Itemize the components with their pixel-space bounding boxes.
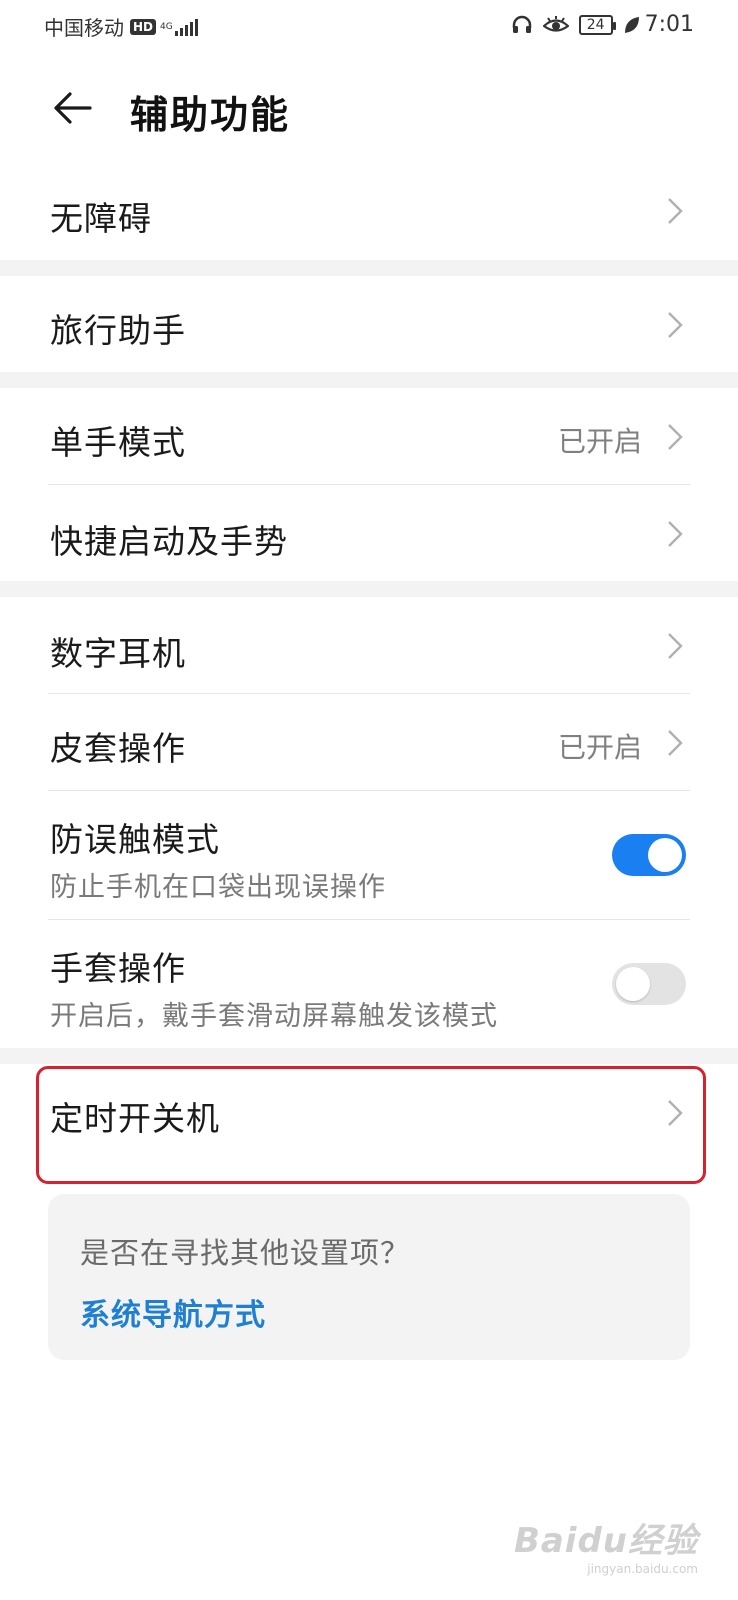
chevron-right-icon <box>668 424 683 450</box>
pocket-mode-toggle[interactable] <box>612 834 686 876</box>
watermark-logo: Baidu经验 <box>513 1521 698 1561</box>
settings-item-pocket-mode: 防误触模式 防止手机在口袋出现误操作 <box>0 791 738 919</box>
settings-item-cover-operation[interactable]: 皮套操作 已开启 <box>0 694 738 790</box>
suggestion-card: 是否在寻找其他设置项？ 系统导航方式 <box>48 1194 690 1360</box>
section-gap <box>0 581 738 597</box>
signal-icon <box>174 18 200 36</box>
watermark-url: jingyan.baidu.com <box>587 1562 698 1576</box>
back-arrow-icon[interactable] <box>50 86 94 130</box>
settings-item-status: 已开启 <box>557 425 642 458</box>
battery-icon: 24 <box>578 14 616 35</box>
settings-item-shortcuts-gestures[interactable]: 快捷启动及手势 <box>0 485 738 581</box>
suggestion-question: 是否在寻找其他设置项？ <box>80 1236 411 1270</box>
app-header: 辅助功能 <box>0 66 738 150</box>
chevron-right-icon <box>668 312 683 338</box>
settings-item-label: 单手模式 <box>50 423 186 462</box>
section-gap <box>0 260 738 276</box>
settings-item-description: 开启后，戴手套滑动屏幕触发该模式 <box>50 1001 498 1032</box>
carrier-info: 中国移动 HD 4G <box>44 12 200 41</box>
glove-mode-toggle[interactable] <box>612 963 686 1005</box>
settings-item-label: 快捷启动及手势 <box>50 522 288 561</box>
suggestion-link-system-navigation[interactable]: 系统导航方式 <box>80 1290 266 1334</box>
settings-item-digital-headset[interactable]: 数字耳机 <box>0 597 738 693</box>
settings-item-label: 手套操作 <box>50 949 186 988</box>
chevron-right-icon <box>668 198 683 224</box>
status-bar: 中国移动 HD 4G 24 7:01 <box>0 0 738 52</box>
settings-item-label: 旅行助手 <box>50 311 186 350</box>
chevron-right-icon <box>668 521 683 547</box>
section-gap <box>0 372 738 388</box>
settings-item-label: 无障碍 <box>50 199 152 238</box>
network-type: 4G <box>160 21 173 32</box>
settings-item-one-handed-mode[interactable]: 单手模式 已开启 <box>0 388 738 484</box>
section-gap <box>0 1048 738 1064</box>
settings-item-status: 已开启 <box>557 731 642 764</box>
settings-item-glove-mode: 手套操作 开启后，戴手套滑动屏幕触发该模式 <box>0 920 738 1048</box>
hd-badge: HD <box>130 18 157 35</box>
settings-item-description: 防止手机在口袋出现误操作 <box>50 872 386 903</box>
clock: 7:01 <box>644 12 694 37</box>
settings-item-accessibility[interactable]: 无障碍 <box>0 160 738 260</box>
chevron-right-icon <box>668 730 683 756</box>
highlight-annotation-box <box>36 1066 706 1184</box>
settings-item-travel-assistant[interactable]: 旅行助手 <box>0 276 738 372</box>
page-title: 辅助功能 <box>130 93 291 137</box>
leaf-icon <box>624 16 639 33</box>
status-icons: 24 7:01 <box>501 12 694 37</box>
chevron-right-icon <box>668 633 683 659</box>
settings-item-label: 防误触模式 <box>50 820 220 859</box>
settings-item-label: 皮套操作 <box>50 729 186 768</box>
headset-icon <box>512 15 532 33</box>
carrier-name: 中国移动 <box>44 16 124 40</box>
eye-comfort-icon <box>542 15 569 32</box>
settings-item-label: 数字耳机 <box>50 634 186 673</box>
baidu-watermark: Baidu经验 jingyan.baidu.com <box>514 1513 698 1576</box>
